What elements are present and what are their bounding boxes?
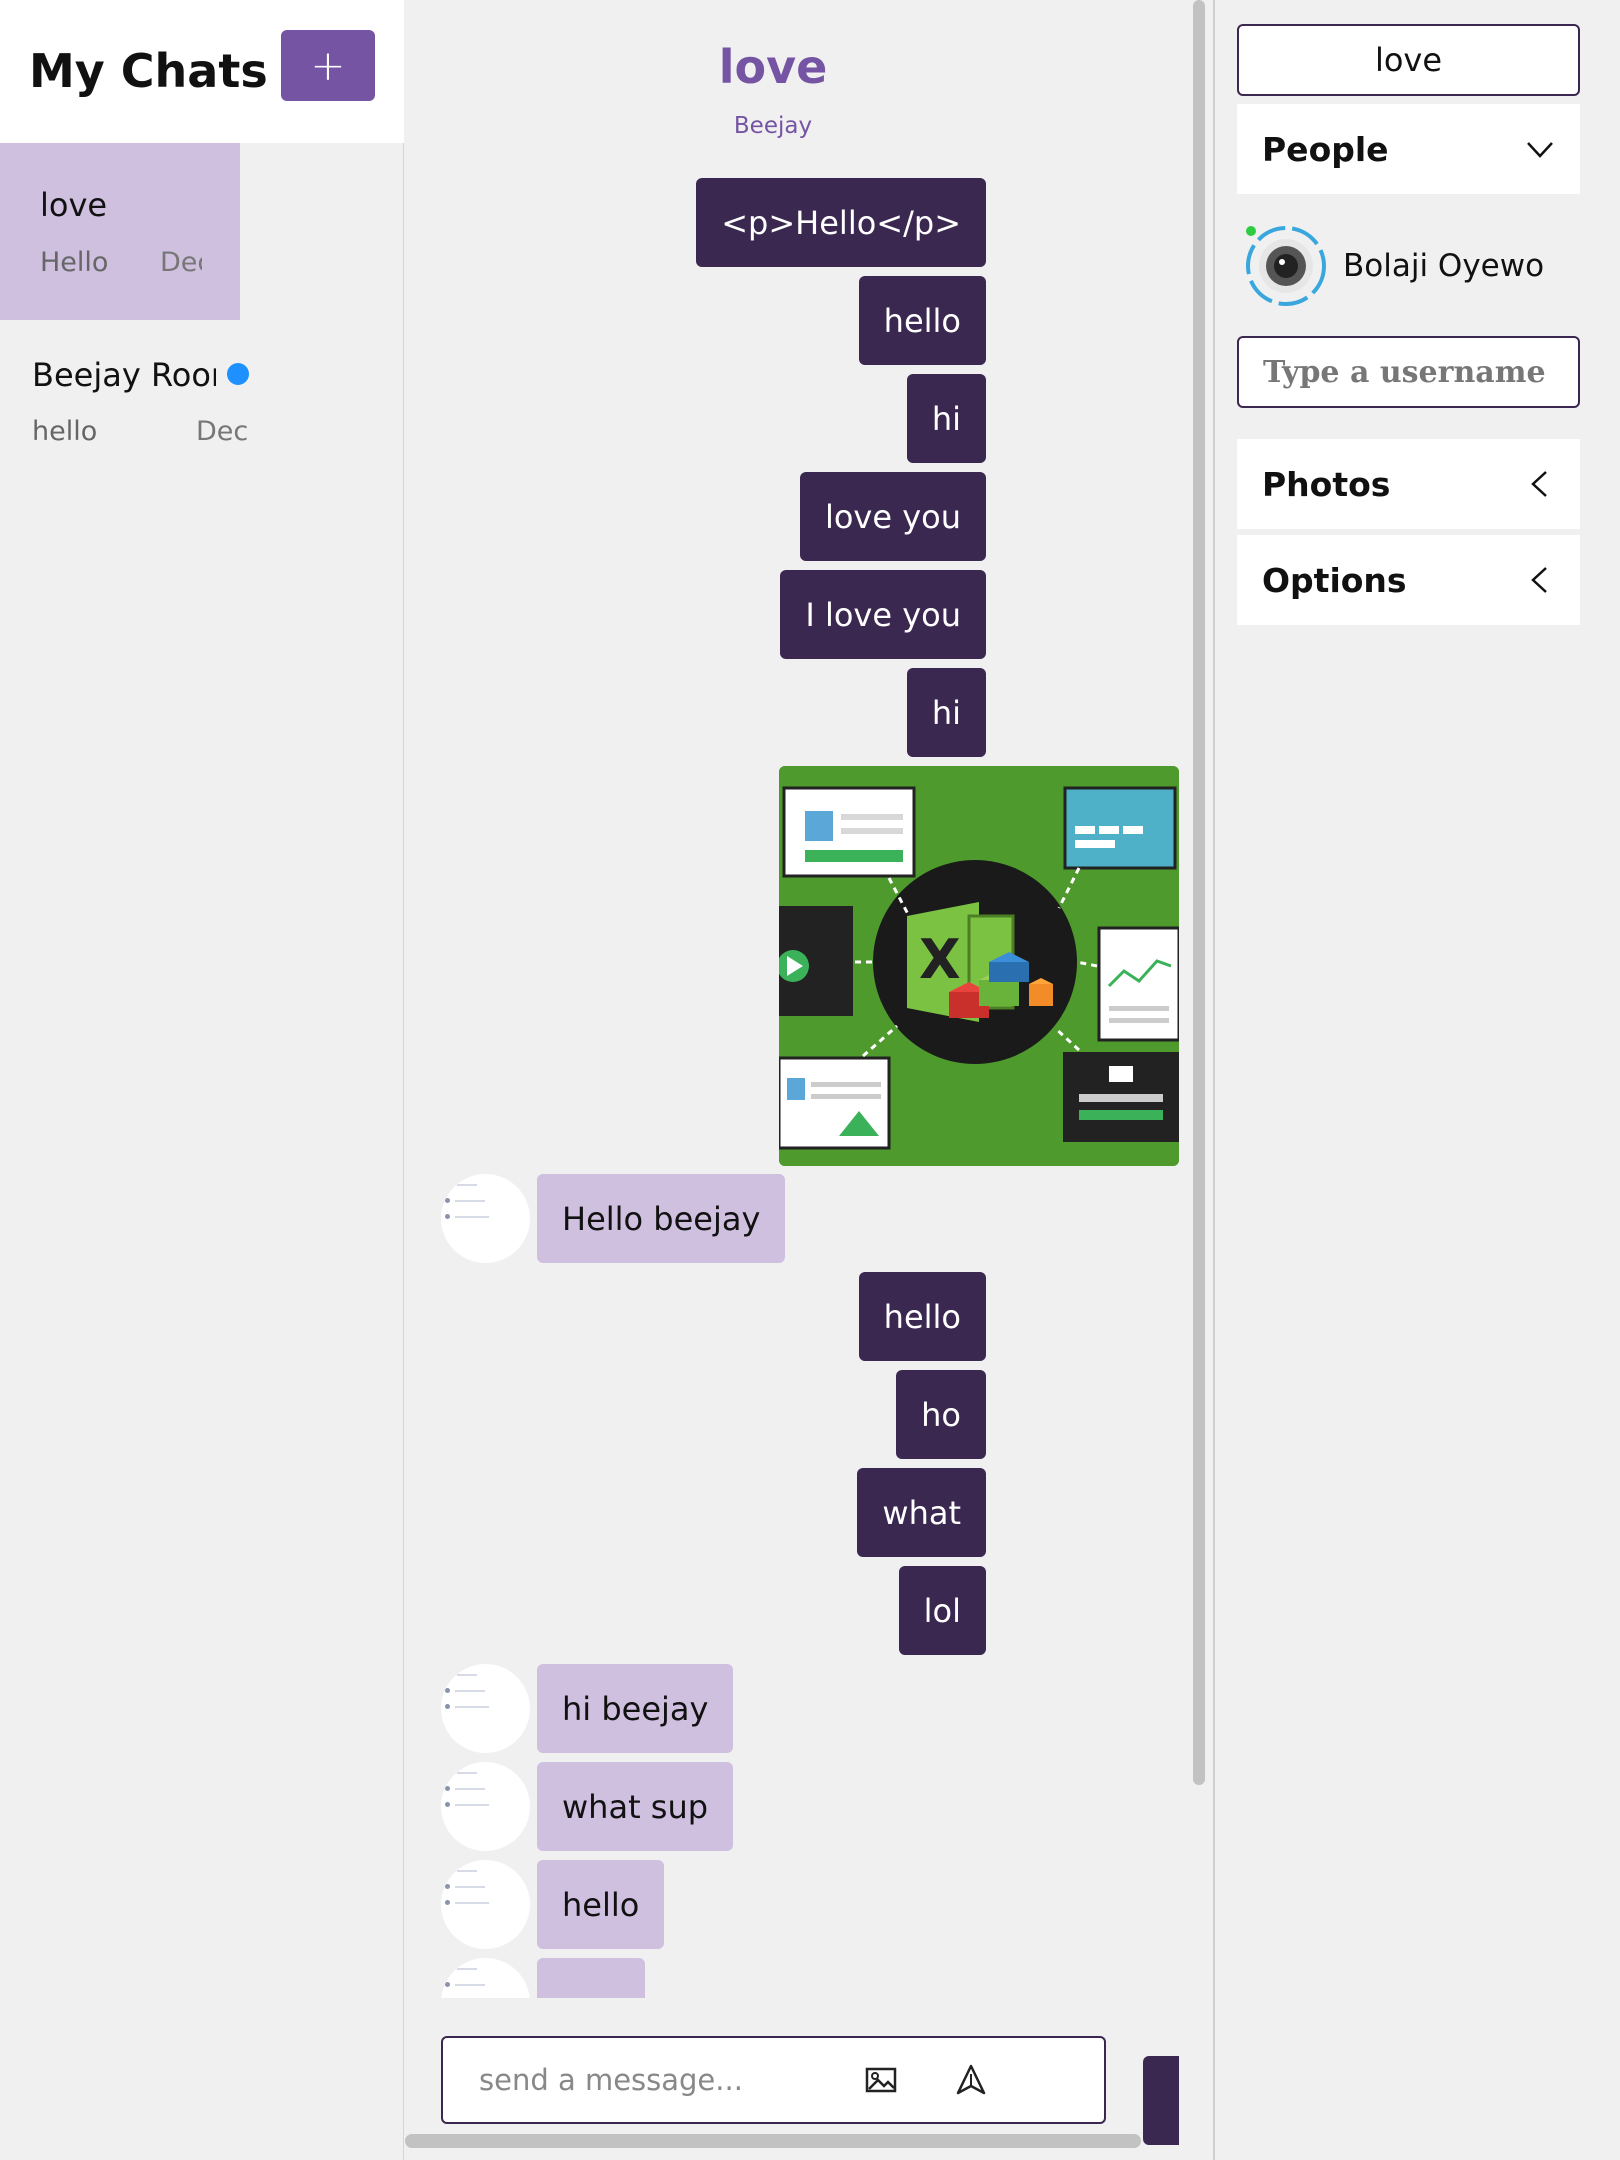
add-username-input[interactable] (1237, 336, 1580, 408)
chat-card-date: Dec (196, 416, 249, 447)
chat-subtitle: Beejay (733, 113, 813, 139)
message-composer (441, 2036, 1106, 2124)
unread-indicator (227, 363, 249, 385)
my-message-bubble: hello (858, 276, 986, 365)
my-message-bubble: lol (898, 1566, 986, 1655)
options-section-toggle[interactable]: Options (1237, 535, 1580, 625)
chat-card-preview: hello (32, 416, 98, 447)
person-avatar (1246, 226, 1326, 306)
my-message-bubble: ho (896, 1370, 986, 1459)
chat-card-name: Beejay Room (32, 356, 216, 394)
chevron-down-icon (1527, 142, 1553, 158)
photos-label: Photos (1262, 464, 1391, 504)
excel-data-connections-illustration: X (779, 766, 1179, 1166)
chat-title: love (718, 40, 828, 94)
chat-list-title: My Chats (29, 44, 268, 98)
person-row: Bolaji Oyewo (1237, 217, 1580, 315)
chat-title-field[interactable]: love (1237, 24, 1580, 96)
feed-horizontal-scrollbar[interactable] (405, 2134, 1141, 2148)
my-message-bubble (1143, 2056, 1179, 2145)
my-message-bubble: love you (799, 472, 986, 561)
my-message-bubble: hello (858, 1272, 986, 1361)
chevron-left-icon (1531, 567, 1547, 593)
feed-vertical-scrollbar[interactable] (1193, 0, 1205, 1785)
chat-list-sidebar: My Chats + love Hello Dec Beejay Room he… (0, 0, 404, 2160)
sender-avatar (441, 1860, 530, 1949)
their-message-bubble: hello (537, 1860, 665, 1949)
chat-card-beejay-room[interactable]: Beejay Room hello Dec (0, 320, 404, 470)
photos-section-toggle[interactable]: Photos (1237, 439, 1580, 529)
my-message-bubble: what (857, 1468, 986, 1557)
sender-avatar (441, 1762, 530, 1851)
people-label: People (1262, 129, 1389, 169)
new-chat-button[interactable]: + (281, 30, 375, 101)
image-message[interactable]: X (779, 766, 1179, 1166)
options-label: Options (1262, 560, 1407, 600)
my-message-bubble: hi (906, 374, 986, 463)
svg-text:X: X (919, 928, 961, 991)
their-message-bubble: Hello beejay (537, 1174, 786, 1263)
their-message-bubble: what sup (537, 1762, 734, 1851)
online-indicator (1246, 226, 1256, 236)
my-message-bubble: I love you (780, 570, 986, 659)
chevron-left-icon (1531, 471, 1547, 497)
their-message-bubble: hi beejay (537, 1664, 734, 1753)
person-name: Bolaji Oyewo (1343, 248, 1545, 284)
chat-card-preview: Hello (40, 247, 109, 278)
message-input[interactable] (479, 2058, 809, 2102)
people-section-toggle[interactable]: People (1237, 104, 1580, 194)
sender-avatar (441, 1664, 530, 1753)
sender-avatar (441, 1174, 530, 1263)
chat-card-name: love (40, 186, 108, 224)
image-icon[interactable] (861, 2060, 901, 2100)
send-icon[interactable] (951, 2060, 991, 2100)
chat-card-date: Dec (160, 247, 202, 278)
chat-feed: love Beejay <p>Hello</p> hello hi love y… (405, 0, 1215, 2160)
my-message-bubble: hi (906, 668, 986, 757)
chat-settings-panel: love People Bolaji Oyewo Photos Options (1217, 0, 1620, 2160)
chat-list-header: My Chats + (0, 0, 404, 143)
chat-card-love[interactable]: love Hello Dec (0, 143, 240, 320)
my-message-bubble: <p>Hello</p> (696, 178, 986, 267)
